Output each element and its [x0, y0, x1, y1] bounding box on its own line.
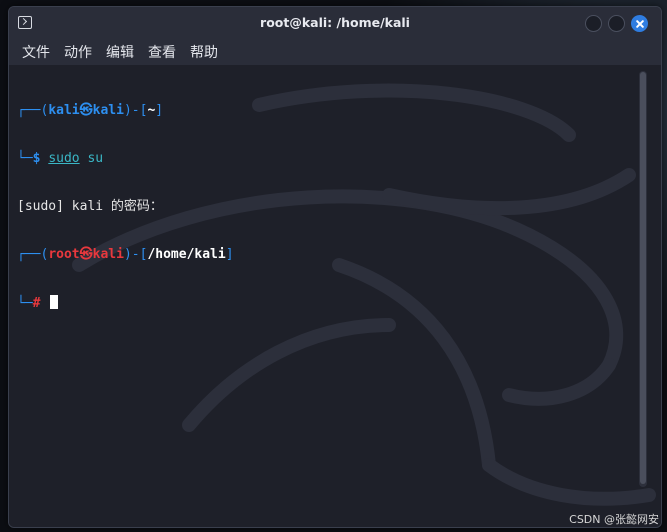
prompt-paren-close: )	[123, 247, 132, 262]
prompt-path: /home/kali	[147, 247, 226, 262]
prompt-dash: -	[131, 103, 140, 118]
prompt-corner: └─	[17, 296, 33, 311]
prompt-line-root: ┌──(root㉿kali)-[/home/kali]	[17, 247, 637, 263]
terminal-area[interactable]: ┌──(kali㉿kali)-[~] └─$ sudo su [sudo] ka…	[9, 65, 661, 527]
menu-action[interactable]: 动作	[64, 42, 92, 62]
prompt-dash: -	[131, 247, 140, 262]
command-sudo: sudo	[48, 151, 80, 166]
menu-help[interactable]: 帮助	[190, 42, 218, 62]
menu-edit[interactable]: 编辑	[106, 42, 134, 62]
prompt-bracket-close: ]	[155, 103, 164, 118]
terminal-window[interactable]: root@kali: /home/kali 文件 动作 编辑 查看 帮助 ┌──…	[8, 6, 662, 528]
prompt-at-symbol: ㉿	[79, 103, 93, 118]
window-title: root@kali: /home/kali	[260, 15, 410, 30]
vertical-scrollbar[interactable]	[639, 71, 647, 487]
prompt-paren-close: )	[123, 103, 132, 118]
minimize-button[interactable]	[585, 15, 602, 32]
scrollbar-thumb[interactable]	[640, 72, 646, 484]
title-bar[interactable]: root@kali: /home/kali	[9, 7, 661, 39]
command-arg-su: su	[79, 151, 104, 166]
password-prompt-line: [sudo] kali 的密码：	[17, 199, 637, 215]
prompt-at-symbol: ㉿	[79, 247, 93, 262]
menu-view[interactable]: 查看	[148, 42, 176, 62]
prompt-bracket-close: ]	[225, 247, 234, 262]
close-button[interactable]	[631, 15, 648, 32]
prompt-corner: └─	[17, 151, 33, 166]
menu-bar: 文件 动作 编辑 查看 帮助	[9, 39, 661, 65]
terminal-output: ┌──(kali㉿kali)-[~] └─$ sudo su [sudo] ka…	[17, 71, 637, 343]
watermark: CSDN @张懿网安	[569, 513, 659, 526]
sudo-password-prompt: [sudo] kali 的密码：	[17, 199, 163, 214]
prompt-hostname: kali	[92, 247, 124, 262]
menu-file[interactable]: 文件	[22, 42, 50, 62]
prompt-username-root: root	[48, 247, 80, 262]
prompt-corner: ┌──	[17, 247, 41, 262]
maximize-button[interactable]	[608, 15, 625, 32]
text-cursor	[50, 295, 59, 309]
prompt-username: kali	[48, 103, 80, 118]
prompt-hostname: kali	[92, 103, 124, 118]
root-input-line[interactable]: └─#	[17, 295, 637, 311]
command-line-sudo: └─$ sudo su	[17, 151, 637, 167]
prompt-corner: ┌──	[17, 103, 41, 118]
prompt-line-user: ┌──(kali㉿kali)-[~]	[17, 103, 637, 119]
